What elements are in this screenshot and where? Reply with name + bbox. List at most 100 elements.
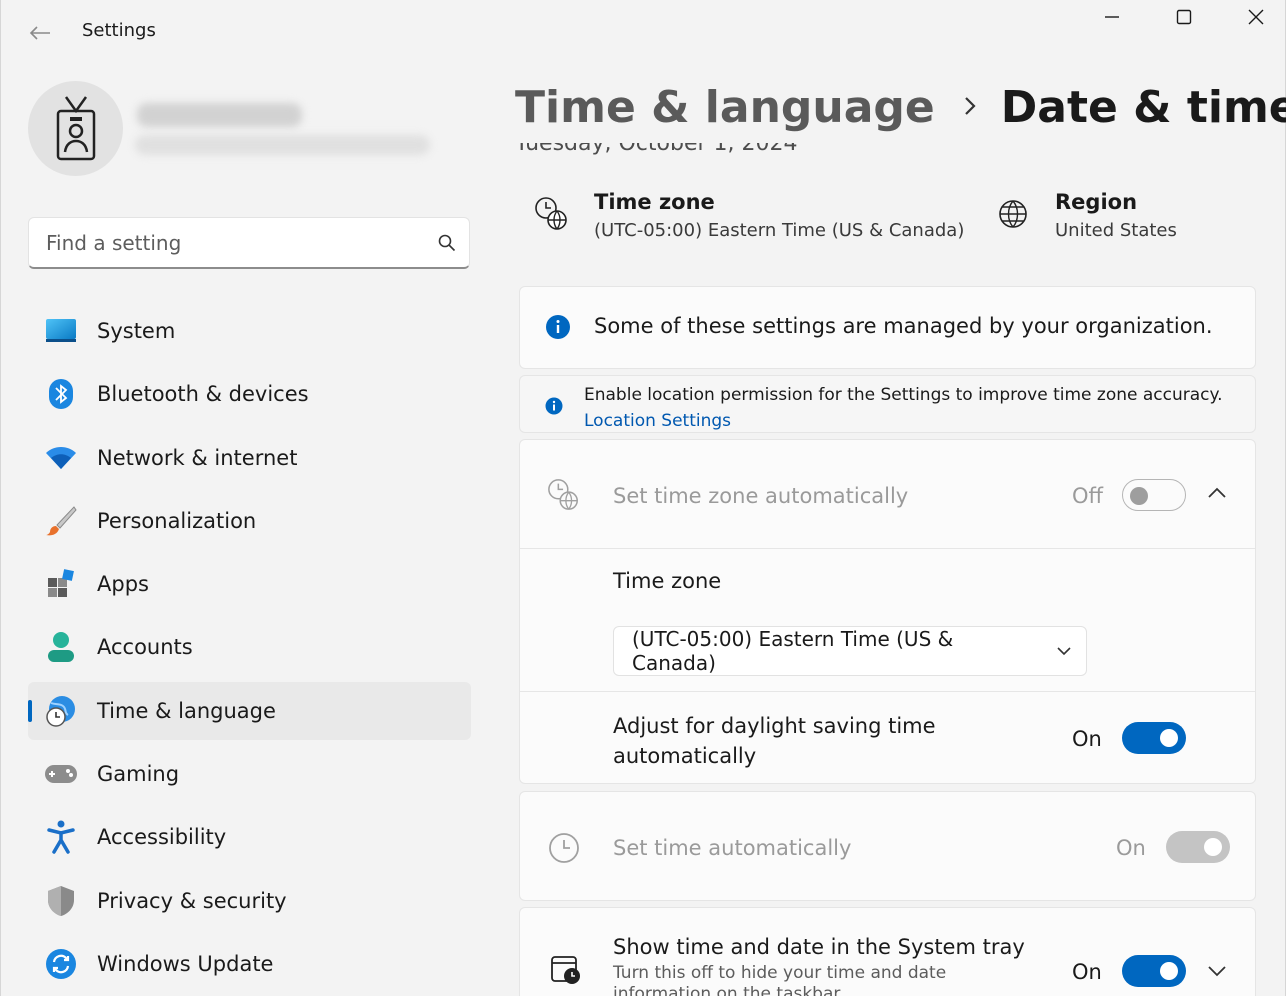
sidebar-item-windows-update[interactable]: Windows Update	[28, 935, 471, 993]
search-icon[interactable]	[425, 234, 469, 252]
close-icon	[1248, 9, 1264, 25]
maximize-button[interactable]	[1161, 2, 1207, 32]
org-managed-text: Some of these settings are managed by yo…	[594, 314, 1213, 338]
system-tray-state: On	[1072, 960, 1102, 984]
system-tray-description: Turn this off to hide your time and date…	[613, 963, 946, 996]
chevron-down-icon[interactable]	[1207, 963, 1227, 982]
sidebar-item-label: Gaming	[97, 762, 180, 787]
system-tray-desc-line1: Turn this off to hide your time and date	[613, 963, 947, 983]
gamepad-icon	[44, 757, 78, 791]
system-icon	[44, 314, 78, 348]
dst-state: On	[1072, 727, 1102, 751]
timezone-value: (UTC-05:00) Eastern Time (US & Canada)	[594, 220, 965, 241]
sidebar-item-network[interactable]: Network & internet	[28, 429, 471, 487]
accessibility-icon	[44, 820, 78, 855]
globe-icon	[997, 190, 1055, 241]
sidebar-nav: System Bluetooth & devices Network & int…	[28, 302, 471, 996]
minimize-icon	[1105, 16, 1119, 18]
auto-time-label: Set time automatically	[613, 836, 852, 860]
timezone-dropdown-value: (UTC-05:00) Eastern Time (US & Canada)	[632, 627, 954, 675]
sidebar-item-system[interactable]: System	[28, 302, 471, 360]
info-icon	[545, 397, 563, 419]
chevron-up-icon[interactable]	[1207, 485, 1227, 504]
date-header-partial: Tuesday, October 1, 2024	[515, 143, 798, 156]
divider	[520, 548, 1255, 549]
system-tray-toggle[interactable]	[1122, 955, 1186, 987]
wifi-icon	[44, 441, 78, 475]
auto-time-card: Set time automatically On	[519, 791, 1256, 901]
sidebar-item-label: Accessibility	[97, 825, 227, 850]
timezone-summary: Time zone (UTC-05:00) Eastern Time (US &…	[534, 190, 964, 241]
app-title: Settings	[82, 20, 156, 41]
dst-toggle[interactable]	[1122, 722, 1186, 754]
accounts-icon	[44, 630, 78, 664]
page-title: Date & time	[1000, 82, 1286, 133]
region-value: United States	[1055, 220, 1177, 241]
timezone-dropdown[interactable]: (UTC-05:00) Eastern Time (US & Canada)	[613, 626, 1087, 676]
sidebar-item-apps[interactable]: Apps	[28, 555, 471, 613]
calendar-clock-icon	[550, 954, 582, 990]
sidebar-item-label: System	[97, 319, 176, 343]
auto-timezone-toggle[interactable]	[1122, 479, 1186, 511]
search-box[interactable]	[28, 217, 470, 269]
profile-info-redacted	[131, 95, 461, 165]
system-tray-label: Show time and date in the System tray	[613, 935, 1025, 959]
clock-icon	[548, 832, 580, 868]
breadcrumb: Time & language Date & time	[515, 82, 1286, 133]
breadcrumb-parent[interactable]: Time & language	[515, 82, 935, 133]
auto-timezone-label: Set time zone automatically	[613, 484, 909, 508]
auto-time-toggle[interactable]	[1166, 831, 1230, 863]
apps-icon	[44, 567, 78, 601]
sidebar-item-label: Windows Update	[97, 951, 274, 976]
location-settings-link[interactable]: Location Settings	[584, 411, 731, 431]
globe-clock-outline-icon	[547, 478, 581, 516]
sidebar-item-label: Accounts	[97, 635, 193, 660]
dst-label: Adjust for daylight saving time automati…	[613, 711, 936, 771]
sidebar-item-label: Apps	[97, 572, 149, 597]
update-icon	[44, 947, 78, 981]
brush-icon	[44, 504, 78, 538]
sidebar-item-label: Privacy & security	[97, 888, 287, 913]
globe-clock-icon	[44, 694, 78, 728]
sidebar-item-label: Network & internet	[97, 445, 298, 470]
system-tray-desc-line2: information on the taskbar	[613, 984, 841, 996]
dst-label-line2: automatically	[613, 744, 757, 768]
minimize-button[interactable]	[1089, 2, 1135, 32]
maximize-icon	[1176, 9, 1192, 25]
sidebar-item-accessibility[interactable]: Accessibility	[28, 808, 471, 866]
sidebar-item-privacy[interactable]: Privacy & security	[28, 872, 471, 930]
sidebar-item-label: Personalization	[97, 508, 257, 533]
auto-time-state: On	[1116, 836, 1146, 860]
info-icon	[545, 314, 571, 344]
location-notice: Enable location permission for the Setti…	[519, 375, 1256, 433]
chevron-down-icon	[1042, 646, 1086, 656]
globe-clock-outline-icon	[534, 190, 594, 241]
search-input[interactable]	[29, 218, 425, 267]
sidebar-item-personalization[interactable]: Personalization	[28, 492, 471, 550]
sidebar-item-bluetooth[interactable]: Bluetooth & devices	[28, 365, 471, 423]
timezone-select-label: Time zone	[613, 569, 722, 593]
region-summary: Region United States	[997, 190, 1177, 241]
auto-timezone-state: Off	[1072, 484, 1103, 508]
chevron-right-icon	[963, 91, 977, 124]
arrow-left-icon	[29, 26, 50, 40]
location-notice-text: Enable location permission for the Setti…	[584, 385, 1223, 405]
avatar[interactable]	[28, 81, 123, 176]
close-button[interactable]	[1233, 2, 1279, 32]
sidebar-item-gaming[interactable]: Gaming	[28, 745, 471, 803]
shield-icon	[44, 884, 78, 918]
timezone-expander: Set time zone automatically Off Time zon…	[519, 439, 1256, 784]
badge-person-icon	[56, 95, 95, 160]
sidebar-item-accounts[interactable]: Accounts	[28, 618, 471, 676]
org-managed-notice: Some of these settings are managed by yo…	[519, 286, 1256, 369]
settings-window: Settings System	[0, 0, 1286, 996]
sidebar-item-time-language[interactable]: Time & language	[28, 681, 471, 740]
divider	[520, 691, 1255, 692]
sidebar-item-label: Bluetooth & devices	[97, 382, 309, 407]
system-tray-card: Show time and date in the System tray Tu…	[519, 907, 1256, 996]
dst-label-line1: Adjust for daylight saving time	[613, 714, 936, 738]
back-button[interactable]	[25, 18, 55, 48]
sidebar-item-label: Time & language	[97, 698, 276, 723]
timezone-title: Time zone	[594, 190, 715, 214]
region-title: Region	[1055, 190, 1138, 214]
